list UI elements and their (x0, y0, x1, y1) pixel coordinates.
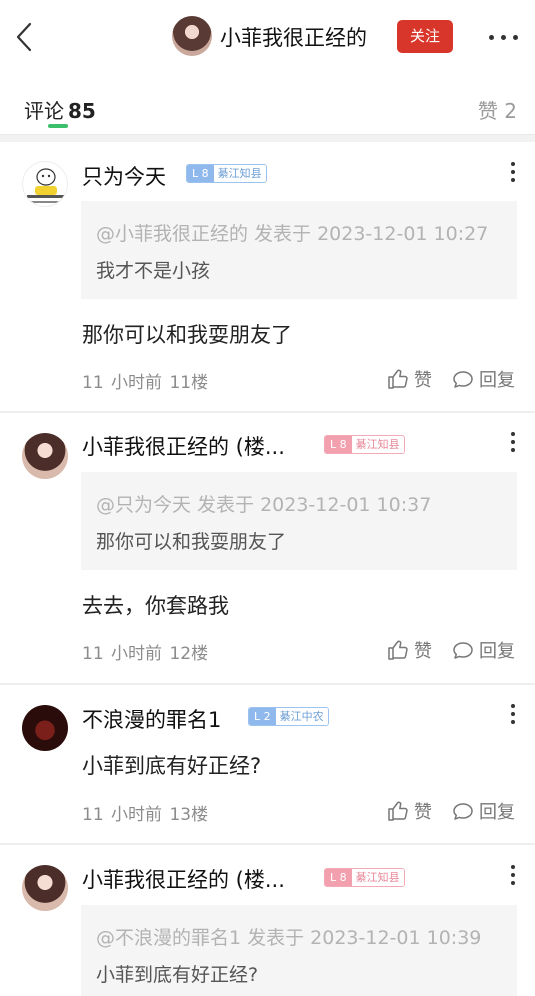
level-badge: L 8 綦江知县 (324, 868, 405, 887)
more-vertical-icon (511, 704, 515, 708)
thumbs-up-icon (388, 801, 408, 821)
comment-user-name[interactable]: 只为今天 (82, 161, 166, 191)
chevron-left-icon (16, 22, 32, 52)
comment-item: 不浪漫的罪名1 L 2 綦江中农 小菲到底有好正经? 11 小时前 13楼 赞 … (0, 685, 535, 845)
avatar[interactable] (22, 433, 68, 479)
title-label: 綦江知县 (351, 436, 404, 453)
comment-text: 那你可以和我耍朋友了 (82, 323, 292, 347)
thumbs-up-icon (388, 369, 408, 389)
more-dot (511, 440, 515, 444)
more-vertical-icon (511, 162, 515, 166)
comment-more-button[interactable] (508, 161, 518, 183)
tab-comments-count: 85 (68, 99, 96, 123)
avatar[interactable] (22, 705, 68, 751)
like-button[interactable]: 赞 (386, 367, 432, 391)
more-dot (511, 170, 515, 174)
comment-item: 小菲我很正经的 (楼... L 8 綦江知县 @不浪漫的罪名1 发表于 2023… (0, 845, 535, 996)
comment-bubble-icon (453, 371, 473, 388)
comment-user-name[interactable]: 不浪漫的罪名1 (82, 704, 221, 734)
comment-bubble-icon (453, 803, 473, 820)
avatar[interactable] (22, 865, 68, 911)
section-divider (0, 134, 535, 142)
quoted-comment[interactable]: @小菲我很正经的 发表于 2023-12-01 10:27 我才不是小孩 (81, 201, 517, 299)
follow-button[interactable]: 关注 (397, 20, 453, 53)
comment-item: 小菲我很正经的 (楼... L 8 綦江知县 @只为今天 发表于 2023-12… (0, 413, 535, 685)
more-vertical-icon (511, 865, 515, 869)
tab-bar: 评论 85 赞 2 (0, 76, 535, 134)
level-label: L 8 (325, 869, 352, 886)
quote-meta: @小菲我很正经的 发表于 2023-12-01 10:27 (96, 223, 489, 245)
comment-meta: 11 小时前 12楼 (82, 644, 209, 664)
header-avatar[interactable] (172, 16, 212, 56)
like-label: 赞 (414, 641, 432, 662)
reply-button[interactable]: 回复 (451, 638, 515, 662)
top-bar: 小菲我很正经的 关注 (0, 0, 535, 76)
comment-text: 小菲到底有好正经? (82, 754, 262, 778)
level-badge: L 8 綦江知县 (324, 435, 405, 454)
like-button[interactable]: 赞 (386, 799, 432, 823)
title-label: 綦江知县 (351, 869, 404, 886)
more-dot (511, 178, 515, 182)
comment-meta: 11 小时前 13楼 (82, 805, 209, 825)
tab-likes[interactable]: 赞 2 (478, 95, 517, 124)
reply-label: 回复 (479, 370, 515, 391)
title-label: 綦江中农 (275, 708, 328, 725)
avatar[interactable] (22, 161, 68, 207)
comment-user-name[interactable]: 小菲我很正经的 (楼... (82, 864, 285, 894)
quote-meta: @只为今天 发表于 2023-12-01 10:37 (96, 494, 432, 516)
more-button[interactable] (487, 28, 521, 46)
header-user-name[interactable]: 小菲我很正经的 (220, 22, 367, 52)
level-badge: L 8 綦江知县 (186, 164, 267, 183)
more-horizontal-icon (489, 35, 494, 40)
more-dot (511, 881, 515, 885)
like-label: 赞 (414, 802, 432, 823)
more-dot (513, 35, 518, 40)
like-label: 赞 (414, 370, 432, 391)
more-dot (511, 712, 515, 716)
thumbs-up-icon (388, 640, 408, 660)
more-dot (511, 873, 515, 877)
quote-meta: @不浪漫的罪名1 发表于 2023-12-01 10:39 (96, 927, 482, 949)
comment-text: 去去，你套路我 (82, 594, 229, 618)
comment-more-button[interactable] (508, 864, 518, 886)
comment-item: 只为今天 L 8 綦江知县 @小菲我很正经的 发表于 2023-12-01 10… (0, 143, 535, 413)
meme-avatar-icon (27, 168, 65, 203)
more-vertical-icon (511, 432, 515, 436)
more-dot (501, 35, 506, 40)
level-badge: L 2 綦江中农 (248, 707, 329, 726)
quoted-comment[interactable]: @只为今天 发表于 2023-12-01 10:37 那你可以和我耍朋友了 (81, 472, 517, 570)
back-button[interactable] (12, 20, 36, 54)
quote-text: 小菲到底有好正经? (96, 964, 259, 986)
comment-more-button[interactable] (508, 703, 518, 725)
tab-comments-label: 评论 (24, 99, 64, 123)
reply-button[interactable]: 回复 (451, 799, 515, 823)
comment-bubble-icon (453, 642, 473, 659)
reply-label: 回复 (479, 802, 515, 823)
level-label: L 8 (325, 436, 352, 453)
quoted-comment[interactable]: @不浪漫的罪名1 发表于 2023-12-01 10:39 小菲到底有好正经? (81, 905, 517, 996)
reply-label: 回复 (479, 641, 515, 662)
comment-more-button[interactable] (508, 431, 518, 453)
like-button[interactable]: 赞 (386, 638, 432, 662)
level-label: L 2 (249, 708, 276, 725)
comment-user-name[interactable]: 小菲我很正经的 (楼... (82, 431, 285, 461)
tab-comments[interactable]: 评论 85 (24, 95, 96, 124)
quote-text: 那你可以和我耍朋友了 (96, 531, 287, 553)
more-dot (511, 720, 515, 724)
reply-button[interactable]: 回复 (451, 367, 515, 391)
comment-meta: 11 小时前 11楼 (82, 373, 209, 393)
quote-text: 我才不是小孩 (96, 260, 211, 282)
title-label: 綦江知县 (213, 165, 266, 182)
level-label: L 8 (187, 165, 214, 182)
more-dot (511, 448, 515, 452)
tab-active-indicator (48, 124, 68, 128)
